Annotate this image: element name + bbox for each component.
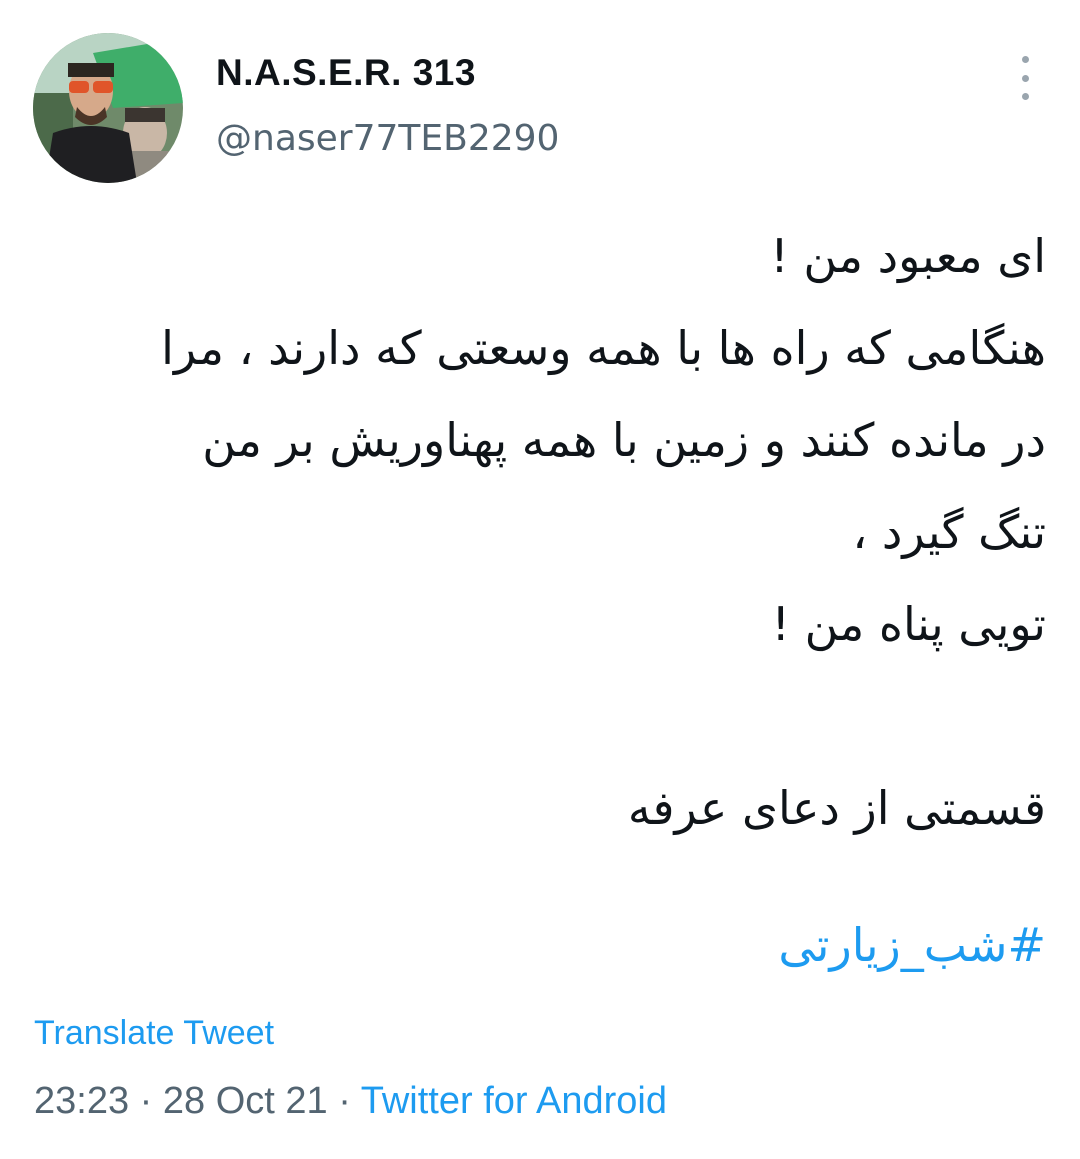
tweet-text-line: قسمتی از دعای عرفه (627, 781, 1046, 835)
more-options-button[interactable] (1006, 56, 1044, 100)
tweet-text-line: تویی پناه من ! (771, 597, 1046, 651)
tweet-source-link[interactable]: Twitter for Android (361, 1080, 667, 1122)
tweet-text: ای معبود من ! هنگامی که راه ها با همه وس… (40, 210, 1046, 854)
tweet-text-line: تنگ گیرد ، (852, 505, 1046, 559)
tweet-text-line: در مانده کنند و زمین با همه پهناوریش بر … (202, 413, 1046, 467)
more-vertical-icon (1021, 56, 1029, 63)
more-vertical-icon-dot (1021, 74, 1029, 82)
translate-tweet-link[interactable]: Translate Tweet (34, 1014, 274, 1053)
avatar[interactable] (33, 33, 183, 183)
tweet-time[interactable]: 23:23 (34, 1080, 129, 1122)
more-vertical-icon-dot (1021, 93, 1029, 100)
tweet-text-line: هنگامی که راه ها با همه وسعتی که دارند ،… (161, 321, 1046, 375)
tweet-date[interactable]: 28 Oct 21 (163, 1080, 328, 1122)
tweet-text-line: ای معبود من ! (770, 229, 1046, 283)
avatar-photo (33, 33, 183, 183)
author-display-name[interactable]: N.A.S.E.R. 313 (216, 52, 476, 94)
tweet-card: N.A.S.E.R. 313 @naser77TEB2290 ای معبود … (0, 0, 1080, 1159)
tweet-metadata: 23:23 · 28 Oct 21 · Twitter for Android (34, 1080, 667, 1123)
meta-separator: · (338, 1080, 361, 1122)
hashtag-link[interactable]: #شب_زیارتی (40, 905, 1046, 985)
author-handle[interactable]: @naser77TEB2290 (216, 118, 559, 159)
meta-separator: · (139, 1080, 163, 1122)
